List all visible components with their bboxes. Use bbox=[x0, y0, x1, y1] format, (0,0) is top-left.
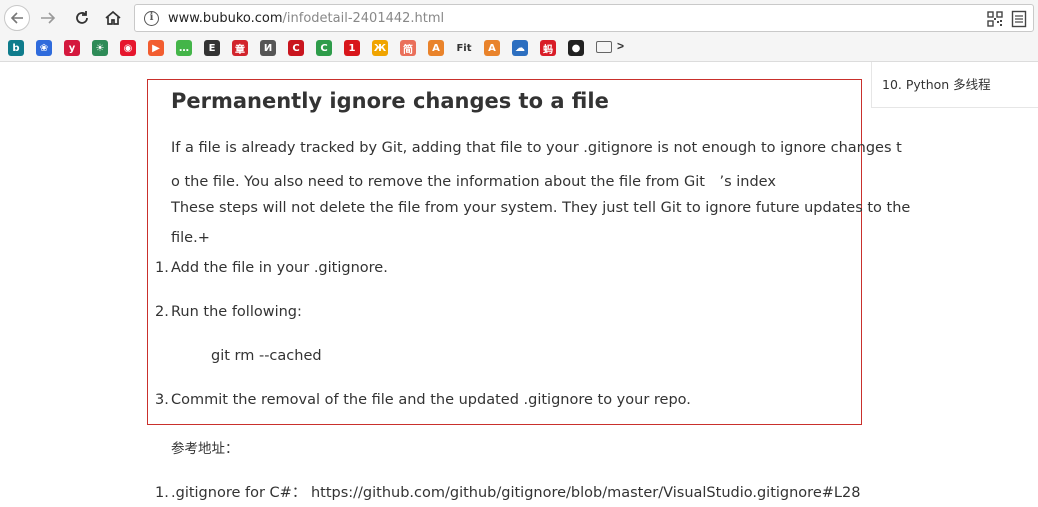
weibo-icon[interactable]: ◉ bbox=[120, 40, 136, 56]
arrow-left-icon bbox=[10, 12, 23, 24]
qr-code-icon[interactable] bbox=[987, 11, 1003, 27]
news-icon[interactable]: 章 bbox=[232, 40, 248, 56]
folder-icon[interactable] bbox=[596, 41, 612, 53]
list-text: Commit the removal of the file and the u… bbox=[171, 392, 691, 408]
a-icon[interactable]: A bbox=[428, 40, 444, 56]
fit-icon[interactable]: Fit bbox=[454, 40, 474, 56]
list-text: Run the following: bbox=[171, 304, 302, 320]
reference-item: 1. .gitignore for C#： https://github.com/… bbox=[155, 481, 860, 502]
browser-toolbar: i www.bubuko.com/infodetail-2401442.html bbox=[0, 0, 1038, 36]
list-number: 3. bbox=[155, 392, 169, 408]
references-label: 参考地址： bbox=[171, 441, 239, 457]
list-text: Add the file in your .gitignore. bbox=[171, 260, 388, 276]
reference-link[interactable]: https://github.com/github/gitignore/blob… bbox=[311, 485, 860, 501]
address-bar[interactable]: i www.bubuko.com/infodetail-2401442.html bbox=[134, 4, 1034, 32]
list-number: 1. bbox=[155, 485, 169, 501]
url-text[interactable]: www.bubuko.com/infodetail-2401442.html bbox=[168, 11, 444, 26]
csdn-icon[interactable]: C bbox=[288, 40, 304, 56]
tool-icon[interactable]: E bbox=[204, 40, 220, 56]
reader-mode-icon[interactable] bbox=[1011, 10, 1027, 28]
reference-prefix: .gitignore for C#： bbox=[171, 485, 311, 501]
info-icon[interactable]: i bbox=[144, 11, 159, 26]
bookmarks-bar: b ❀ y ☀ ◉ ▶… E 章 И C C 1 Ж 简 A Fit A ☁ 蚂 ● > bbox=[0, 36, 1038, 62]
jianshu-icon[interactable]: 简 bbox=[400, 40, 416, 56]
article-paragraph: file.+ bbox=[171, 230, 210, 246]
toc-item[interactable]: 10. Python 多线程 bbox=[882, 74, 991, 93]
onedrive-icon[interactable]: ☁ bbox=[512, 40, 528, 56]
article-paragraph: o the file. You also need to remove the … bbox=[171, 174, 776, 190]
design-icon[interactable]: И bbox=[260, 40, 276, 56]
home-button[interactable] bbox=[101, 6, 125, 30]
cnblogs-icon[interactable]: C bbox=[316, 40, 332, 56]
baidu-icon[interactable]: ❀ bbox=[36, 40, 52, 56]
a2-icon[interactable]: A bbox=[484, 40, 500, 56]
arrow-right-icon bbox=[41, 12, 56, 24]
code-command: git rm --cached bbox=[211, 348, 322, 364]
bilibili-icon[interactable]: ▶ bbox=[148, 40, 164, 56]
reload-button[interactable] bbox=[70, 6, 94, 30]
article-paragraph: If a file is already tracked by Git, add… bbox=[171, 140, 902, 156]
one-icon[interactable]: 1 bbox=[344, 40, 360, 56]
article-paragraph: These steps will not delete the file fro… bbox=[171, 200, 911, 216]
home-icon bbox=[105, 10, 121, 25]
list-number: 1. bbox=[155, 260, 169, 276]
list-number: 2. bbox=[155, 304, 169, 320]
swirl-icon[interactable]: Ж bbox=[372, 40, 388, 56]
github-icon[interactable]: ● bbox=[568, 40, 584, 56]
list-item: 2. Run the following: bbox=[155, 304, 302, 320]
yahoo-icon[interactable]: y bbox=[64, 40, 80, 56]
zhihu-icon[interactable]: ☀ bbox=[92, 40, 108, 56]
url-host: www.bubuko.com bbox=[168, 11, 283, 26]
list-item: 1. Add the file in your .gitignore. bbox=[155, 260, 388, 276]
url-path: /infodetail-2401442.html bbox=[282, 11, 445, 26]
ant-icon[interactable]: 蚂 bbox=[540, 40, 556, 56]
reload-icon bbox=[76, 11, 88, 24]
bing-icon[interactable]: b bbox=[8, 40, 24, 56]
article-heading: Permanently ignore changes to a file bbox=[171, 89, 609, 113]
back-button[interactable] bbox=[4, 5, 30, 31]
forward-button[interactable] bbox=[36, 6, 60, 30]
toc-panel: 10. Python 多线程 bbox=[871, 62, 1038, 108]
bookmarks-more-button[interactable]: > bbox=[617, 39, 624, 53]
list-item: 3. Commit the removal of the file and the… bbox=[155, 392, 691, 408]
wechat-icon[interactable]: … bbox=[176, 40, 192, 56]
article-highlight-box bbox=[147, 79, 862, 425]
